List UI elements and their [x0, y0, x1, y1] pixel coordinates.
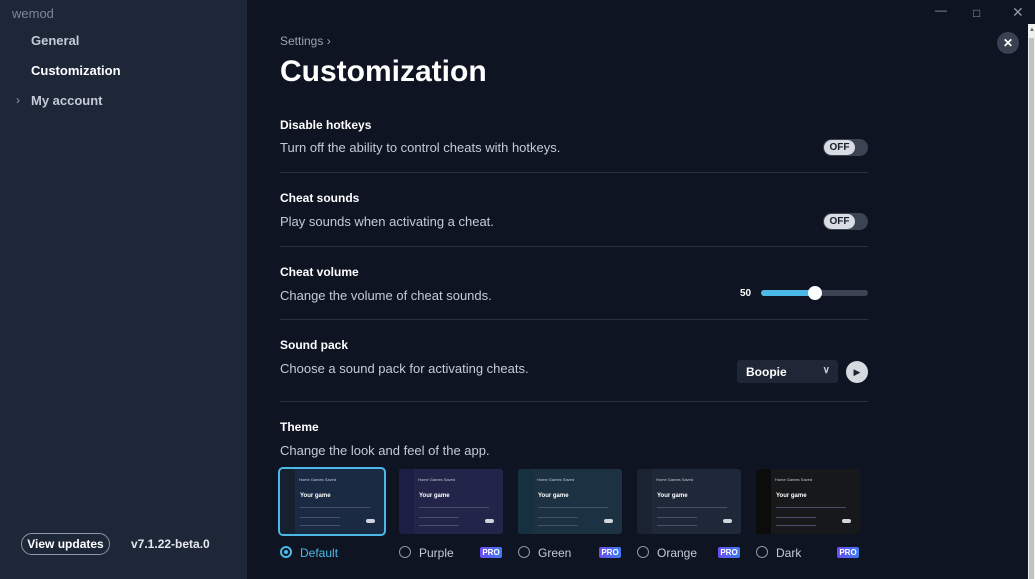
scroll-up-icon[interactable]: ▲	[1029, 27, 1035, 33]
theme-label[interactable]: Green	[538, 546, 571, 560]
disable-hotkeys-toggle[interactable]: OFF	[823, 139, 868, 156]
sound-pack-selected: Boopie	[746, 364, 787, 379]
divider	[280, 172, 868, 173]
theme-card-purple[interactable]: Home Games Saved Your game	[399, 469, 503, 534]
theme-preview-line	[538, 525, 578, 526]
maximize-icon[interactable]: □	[973, 6, 980, 20]
sound-pack-description: Choose a sound pack for activating cheat…	[280, 361, 529, 376]
pro-badge: PRO	[599, 547, 621, 558]
theme-description: Change the look and feel of the app.	[280, 443, 490, 458]
theme-preview-title: Your game	[538, 493, 569, 499]
theme-preview-toggle	[604, 519, 613, 523]
theme-preview-line	[419, 507, 489, 508]
toggle-state: OFF	[824, 140, 855, 155]
theme-preview-nav: Home Games Saved	[775, 477, 813, 482]
theme-preview-line	[776, 525, 816, 526]
theme-card-green[interactable]: Home Games Saved Your game	[518, 469, 622, 534]
volume-slider[interactable]	[761, 286, 868, 300]
theme-preview-toggle	[366, 519, 375, 523]
theme-preview-title: Your game	[657, 493, 688, 499]
theme-radio-green[interactable]	[518, 546, 530, 558]
chevron-down-icon: ∨	[822, 365, 830, 376]
cheat-sounds-toggle[interactable]: OFF	[823, 213, 868, 230]
theme-preview-line	[538, 507, 608, 508]
theme-label[interactable]: Dark	[776, 546, 801, 560]
pro-badge: PRO	[718, 547, 740, 558]
theme-preview-sidebar	[756, 469, 771, 534]
app-name: wemod	[12, 6, 54, 21]
close-icon[interactable]: ✕	[997, 32, 1019, 54]
theme-preview-title: Your game	[419, 493, 450, 499]
theme-radio-orange[interactable]	[637, 546, 649, 558]
breadcrumb[interactable]: Settings ›	[280, 34, 331, 48]
theme-preview-line	[776, 507, 846, 508]
theme-radio-dark[interactable]	[756, 546, 768, 558]
cheat-sounds-description: Play sounds when activating a cheat.	[280, 214, 494, 229]
sidebar-item-my-account[interactable]: My account	[31, 93, 103, 108]
theme-radio-purple[interactable]	[399, 546, 411, 558]
theme-label[interactable]: Purple	[419, 546, 454, 560]
disable-hotkeys-description: Turn off the ability to control cheats w…	[280, 140, 561, 155]
theme-preview-nav: Home Games Saved	[656, 477, 694, 482]
theme-preview-sidebar	[399, 469, 414, 534]
theme-preview-line	[300, 507, 370, 508]
theme-preview-line	[300, 525, 340, 526]
theme-title: Theme	[280, 420, 319, 434]
theme-preview-nav: Home Games Saved	[299, 477, 337, 482]
theme-preview-line	[300, 517, 340, 518]
minimize-icon[interactable]: —	[935, 3, 947, 17]
theme-preview-line	[776, 517, 816, 518]
pro-badge: PRO	[837, 547, 859, 558]
play-icon[interactable]: ▶	[846, 361, 868, 383]
theme-preview-nav: Home Games Saved	[537, 477, 575, 482]
breadcrumb-settings[interactable]: Settings	[280, 34, 323, 48]
theme-preview-line	[657, 507, 727, 508]
cheat-volume-title: Cheat volume	[280, 265, 359, 279]
sound-pack-select[interactable]: Boopie ∨	[737, 360, 838, 383]
theme-preview-toggle	[723, 519, 732, 523]
sidebar-item-general[interactable]: General	[31, 33, 79, 48]
theme-preview-line	[538, 517, 578, 518]
breadcrumb-chevron-icon: ›	[326, 34, 331, 48]
disable-hotkeys-title: Disable hotkeys	[280, 118, 372, 132]
version-label: v7.1.22-beta.0	[131, 537, 210, 551]
sidebar-item-customization[interactable]: Customization	[31, 63, 121, 78]
pro-badge: PRO	[480, 547, 502, 558]
scrollbar-thumb[interactable]	[1029, 38, 1034, 579]
theme-preview-sidebar	[637, 469, 652, 534]
window-close-icon[interactable]: ✕	[1012, 4, 1024, 21]
cheat-sounds-title: Cheat sounds	[280, 191, 360, 205]
toggle-state: OFF	[824, 214, 855, 229]
sound-pack-title: Sound pack	[280, 338, 349, 352]
theme-card-dark[interactable]: Home Games Saved Your game	[756, 469, 860, 534]
theme-preview-toggle	[842, 519, 851, 523]
theme-preview-sidebar	[280, 469, 295, 534]
volume-value: 50	[740, 288, 752, 299]
theme-preview-title: Your game	[300, 493, 331, 499]
theme-card-default[interactable]: Home Games Saved Your game	[278, 467, 386, 536]
volume-slider-fill	[761, 290, 815, 296]
sidebar: wemod General Customization › My account…	[0, 0, 247, 579]
theme-preview-nav: Home Games Saved	[418, 477, 456, 482]
volume-slider-thumb[interactable]	[807, 286, 822, 300]
theme-preview-line	[419, 525, 459, 526]
theme-preview-line	[419, 517, 459, 518]
theme-preview-sidebar	[518, 469, 533, 534]
theme-preview-line	[657, 517, 697, 518]
divider	[280, 319, 868, 320]
page-title: Customization	[280, 55, 487, 88]
theme-preview-toggle	[485, 519, 494, 523]
divider	[280, 401, 868, 402]
cheat-volume-description: Change the volume of cheat sounds.	[280, 288, 492, 303]
chevron-right-icon[interactable]: ›	[16, 93, 20, 107]
divider	[280, 246, 868, 247]
theme-preview-line	[657, 525, 697, 526]
theme-label[interactable]: Orange	[657, 546, 697, 560]
theme-card-orange[interactable]: Home Games Saved Your game	[637, 469, 741, 534]
view-updates-button[interactable]: View updates	[21, 533, 110, 555]
theme-label[interactable]: Default	[300, 546, 338, 560]
theme-preview-title: Your game	[776, 493, 807, 499]
theme-radio-default[interactable]	[280, 546, 292, 558]
